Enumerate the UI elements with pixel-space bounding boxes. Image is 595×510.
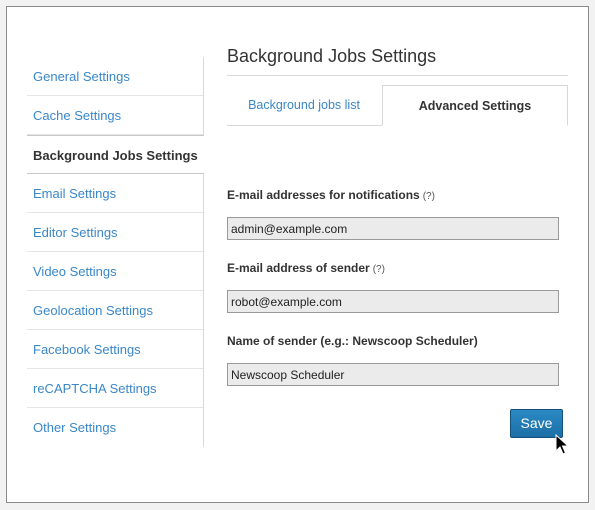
sidebar-item-editor[interactable]: Editor Settings <box>27 213 203 252</box>
help-icon[interactable]: (?) <box>423 191 435 202</box>
tab-advanced-settings[interactable]: Advanced Settings <box>382 85 568 126</box>
settings-sidebar: General Settings Cache Settings Backgrou… <box>27 57 204 447</box>
sidebar-item-other[interactable]: Other Settings <box>27 408 203 447</box>
sidebar-item-background-jobs[interactable]: Background Jobs Settings <box>27 135 204 174</box>
notification-emails-label: E-mail addresses for notifications <box>227 188 420 202</box>
page-title: Background Jobs Settings <box>227 40 568 76</box>
sender-name-label: Name of sender (e.g.: Newscoop Scheduler… <box>227 334 478 348</box>
main-panel: Background Jobs Settings Background jobs… <box>227 40 568 126</box>
sidebar-item-general[interactable]: General Settings <box>27 57 203 96</box>
notification-emails-field: E-mail addresses for notifications (?) <box>227 186 559 240</box>
tab-background-jobs-list[interactable]: Background jobs list <box>227 85 381 125</box>
sender-email-input[interactable] <box>227 290 559 313</box>
sidebar-item-cache[interactable]: Cache Settings <box>27 96 203 135</box>
sidebar-item-video[interactable]: Video Settings <box>27 252 203 291</box>
help-icon[interactable]: (?) <box>373 264 385 275</box>
sender-email-field: E-mail address of sender (?) <box>227 259 559 313</box>
sidebar-item-recaptcha[interactable]: reCAPTCHA Settings <box>27 369 203 408</box>
advanced-settings-form: E-mail addresses for notifications(?) E-… <box>227 186 559 386</box>
sender-name-input[interactable] <box>227 363 559 386</box>
sidebar-item-facebook[interactable]: Facebook Settings <box>27 330 203 369</box>
sidebar-item-email[interactable]: Email Settings <box>27 174 203 213</box>
sender-email-label: E-mail address of sender <box>227 261 370 275</box>
mouse-pointer-icon <box>555 434 569 455</box>
sidebar-item-geolocation[interactable]: Geolocation Settings <box>27 291 203 330</box>
tab-bar: Background jobs list Advanced Settings <box>227 85 568 126</box>
notification-emails-input[interactable] <box>227 217 559 240</box>
sender-name-field: Name of sender (e.g.: Newscoop Scheduler… <box>227 332 559 386</box>
